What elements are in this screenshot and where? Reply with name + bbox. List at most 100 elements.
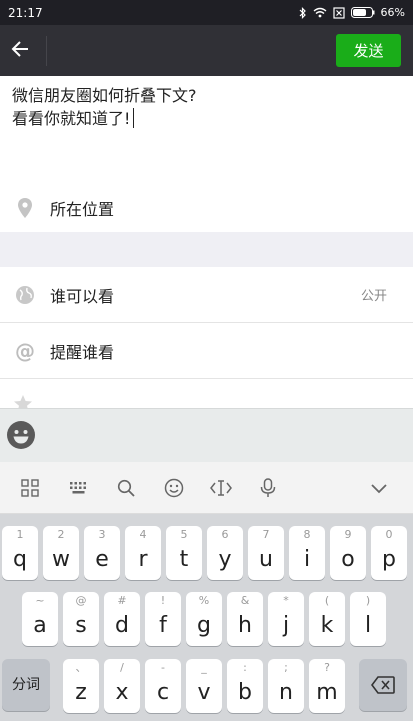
key-e[interactable]: 3e [84,526,120,580]
cursor-icon[interactable] [209,476,233,500]
text-caret [133,108,135,128]
key-hint: & [240,594,250,607]
post-text-line-2: 看看你就知道了! [12,109,131,128]
key-hint: 5 [180,528,188,541]
key-hint: ~ [35,594,45,607]
key-label: b [238,680,252,705]
chevron-down-icon[interactable] [367,476,391,500]
soft-keyboard: 1q2w3e4r5t6y7u8i9o0p ~ a @ s # d! f% g & h * j(k) l … [0,514,413,721]
key-m[interactable]: ? m [309,659,345,713]
location-label: 所在位置 [50,200,115,219]
app-bar-divider [46,35,47,66]
key-t[interactable]: 5t [166,526,202,580]
key-hint: 7 [262,528,270,541]
key-g[interactable]: % g [186,592,222,646]
key-hint: 、 [75,661,87,674]
key-l[interactable]: ) l [350,592,386,646]
key-i[interactable]: 8i [289,526,325,580]
key-hint: ! [160,594,166,607]
key-label: j [282,613,290,638]
key-label: d [115,613,129,638]
key-label: k [320,613,334,638]
key-k[interactable]: (k [309,592,345,646]
backspace-key[interactable] [359,659,407,711]
key-j[interactable]: * j [268,592,304,646]
key-label: w [52,547,70,572]
emoji-icon[interactable] [6,420,36,450]
key-hint: * [283,594,289,607]
key-s[interactable]: @ s [63,592,99,646]
key-hint: _ [201,661,207,674]
key-label: y [218,547,232,572]
key-y[interactable]: 6y [207,526,243,580]
post-text-input[interactable]: 微信朋友圈如何折叠下文? 看看你就知道了! [0,76,413,184]
search-icon[interactable] [114,476,138,500]
emoji-bar [0,408,413,462]
key-hint: 4 [139,528,147,541]
row-divider [0,378,413,379]
status-bar: 21:17 66% [0,0,413,25]
key-label: e [95,547,109,572]
key-v[interactable]: _ v [186,659,222,713]
key-b[interactable]: :b [227,659,263,713]
key-label: h [238,613,252,638]
key-label: i [303,547,311,572]
key-hint: : [243,661,247,674]
keyboard-icon[interactable] [67,476,91,500]
key-label: m [316,680,338,705]
key-p[interactable]: 0p [371,526,407,580]
key-c[interactable]: -c [145,659,181,713]
key-label: f [159,613,167,638]
send-button[interactable]: 发送 [336,34,401,67]
key-label: s [75,613,87,638]
battery-percent: 66% [380,6,405,19]
key-label: u [259,547,273,572]
key-label: n [279,680,293,705]
key-x[interactable]: / x [104,659,140,713]
key-hint: 0 [385,528,393,541]
key-hint: 8 [303,528,311,541]
key-d[interactable]: # d [104,592,140,646]
keyboard-toolbar [0,462,413,514]
microphone-icon[interactable] [256,476,280,500]
key-hint: - [161,661,165,674]
key-hint: 2 [57,528,65,541]
smiley-icon[interactable] [162,476,186,500]
key-r[interactable]: 4r [125,526,161,580]
key-hint: 9 [344,528,352,541]
key-h[interactable]: & h [227,592,263,646]
key-w[interactable]: 2w [43,526,79,580]
key-hint: % [198,594,210,607]
key-hint: 3 [98,528,106,541]
key-label: q [13,547,27,572]
at-icon: @ [15,338,35,363]
segment-key[interactable]: 分词 [2,659,50,711]
grid-icon[interactable] [18,476,42,500]
back-button[interactable] [0,25,40,76]
key-hint: ? [324,661,330,674]
key-o[interactable]: 9o [330,526,366,580]
key-hint: 6 [221,528,229,541]
location-pin-icon [0,197,50,219]
key-hint: 1 [16,528,24,541]
back-arrow-icon [10,40,30,62]
location-row[interactable]: 所在位置 [0,184,413,232]
post-text-line-1: 微信朋友圈如何折叠下文? [12,86,197,105]
key-n[interactable]: ; n [268,659,304,713]
key-hint: # [117,594,127,607]
key-u[interactable]: 7u [248,526,284,580]
key-q[interactable]: 1q [2,526,38,580]
remind-row[interactable]: @ 提醒谁看 [0,323,413,378]
key-a[interactable]: ~ a [22,592,58,646]
key-label: r [138,547,148,572]
segment-key-label: 分词 [12,677,40,693]
key-hint: ) [365,594,371,607]
partially-hidden-row [0,380,413,409]
key-f[interactable]: ! f [145,592,181,646]
visibility-row[interactable]: 谁可以看 公开 [0,267,413,322]
key-label: g [197,613,211,638]
visibility-label: 谁可以看 [50,286,115,306]
key-z[interactable]: 、 z [63,659,99,713]
section-gap [0,232,413,267]
key-hint: / [120,661,124,674]
